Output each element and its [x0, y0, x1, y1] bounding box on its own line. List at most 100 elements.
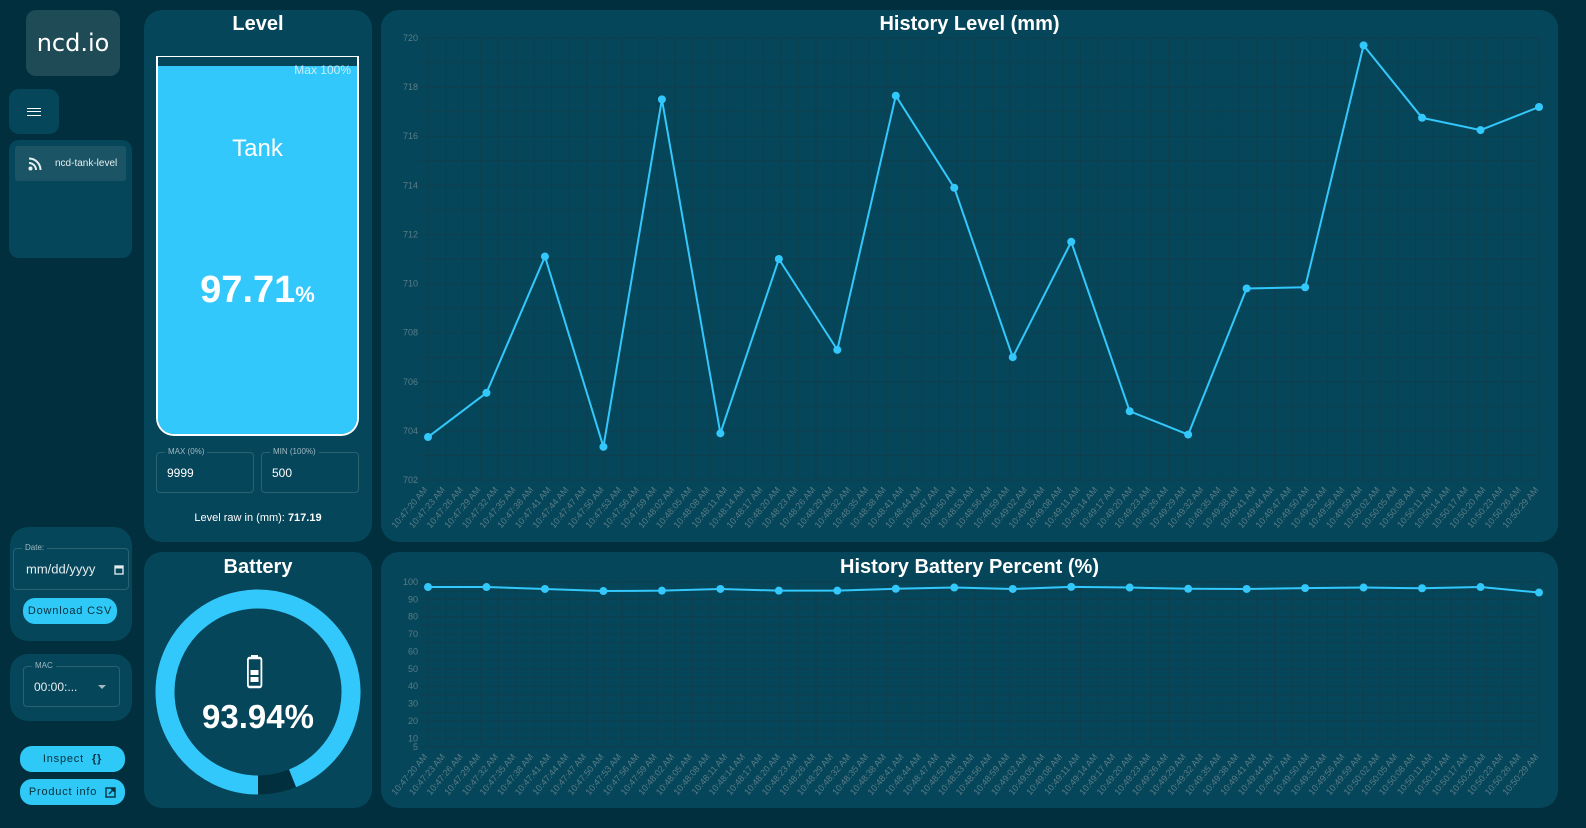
rss-feed-icon — [15, 157, 55, 171]
y-tick-label: 70 — [408, 629, 418, 639]
data-point — [716, 429, 725, 438]
data-point — [891, 584, 900, 593]
y-tick-label: 5 — [413, 742, 418, 752]
data-point — [1242, 284, 1251, 293]
nav-panel: ncd-tank-level — [9, 140, 132, 258]
battery-gauge-arc — [155, 589, 361, 795]
y-tick-label: 720 — [403, 33, 418, 43]
data-point — [1535, 103, 1543, 112]
date-panel: Date: mm/dd/yyyy Download CSV — [10, 527, 132, 641]
min-field[interactable]: MIN (100%) 500 — [261, 447, 359, 493]
mac-value: 00:00:... — [34, 679, 78, 694]
product-info-button[interactable]: Product info — [20, 779, 125, 805]
data-point — [950, 183, 959, 192]
data-point — [540, 584, 549, 593]
series-line — [427, 43, 1540, 448]
external-link-icon — [105, 786, 116, 798]
data-point — [424, 583, 432, 592]
y-tick-label: 716 — [403, 131, 418, 141]
y-tick-label: 50 — [408, 664, 418, 674]
battery-gauge: 93.94% — [155, 589, 361, 795]
tank-fill — [158, 65, 357, 434]
data-point — [482, 583, 491, 592]
y-tick-label: 30 — [408, 699, 418, 709]
data-point — [1008, 353, 1017, 362]
date-field[interactable]: Date: mm/dd/yyyy — [13, 543, 129, 590]
tank-percent: 97.71% — [158, 269, 357, 312]
mac-select[interactable]: MAC 00:00:... — [23, 661, 120, 707]
nav-item-ncd-tank-level[interactable]: ncd-tank-level — [15, 146, 126, 181]
battery-icon — [247, 655, 263, 689]
data-point — [833, 586, 842, 595]
date-legend: Date: — [22, 543, 48, 552]
data-point — [657, 586, 666, 595]
data-point — [1476, 126, 1485, 135]
tank-percent-unit: % — [295, 282, 315, 307]
nav-item-label: ncd-tank-level — [55, 158, 118, 169]
tank-label: Tank — [232, 135, 283, 162]
data-point — [1301, 584, 1310, 593]
product-info-label: Product info — [28, 786, 98, 798]
y-tick-label: 702 — [403, 475, 418, 485]
data-point — [833, 345, 842, 354]
series-line — [428, 585, 1540, 594]
battery-chart: 510203040506070809010010:47:20 AM10:47:2… — [389, 577, 1543, 797]
y-tick-label: 714 — [403, 180, 418, 190]
data-point — [950, 583, 959, 592]
data-point — [657, 95, 666, 104]
code-braces-icon: {} — [91, 753, 103, 765]
level-chart: 70270470670871071271471671872010:47:20 A… — [389, 33, 1543, 530]
data-point — [1535, 588, 1543, 597]
data-point — [1125, 407, 1134, 416]
y-tick-label: 718 — [403, 82, 418, 92]
data-point — [1008, 584, 1017, 593]
y-tick-label: 60 — [408, 646, 418, 656]
min-value: 500 — [272, 465, 293, 480]
max-legend: MAX (0%) — [165, 447, 208, 456]
download-csv-button[interactable]: Download CSV — [23, 598, 117, 624]
y-tick-label: 100 — [403, 577, 418, 587]
data-point — [1125, 583, 1134, 592]
data-point — [1184, 430, 1193, 439]
data-point — [1067, 237, 1076, 246]
y-tick-label: 708 — [403, 328, 418, 338]
level-raw: Level raw in (mm): 717.19 — [144, 512, 372, 524]
data-point — [1242, 584, 1251, 593]
data-point — [1418, 584, 1427, 593]
data-point — [599, 442, 608, 451]
data-point — [599, 587, 608, 596]
menu-button[interactable] — [9, 89, 59, 134]
data-point — [716, 584, 725, 593]
y-tick-label: 20 — [408, 716, 418, 726]
y-tick-label: 80 — [408, 612, 418, 622]
data-point — [1301, 283, 1310, 292]
y-tick-label: 710 — [403, 279, 418, 289]
data-point — [482, 388, 491, 397]
y-tick-label: 706 — [403, 377, 418, 387]
data-point — [1067, 582, 1076, 591]
y-tick-label: 704 — [403, 426, 418, 436]
data-point — [774, 586, 783, 595]
tank-percent-value: 97.71 — [200, 269, 296, 311]
mac-legend: MAC — [32, 661, 56, 670]
battery-value: 93.94% — [202, 698, 314, 735]
data-point — [1359, 583, 1368, 592]
data-point — [424, 433, 432, 442]
max-field[interactable]: MAX (0%) 9999 — [156, 447, 254, 493]
calendar-icon[interactable] — [114, 564, 124, 575]
tank-max-label: Max 100% — [294, 63, 351, 77]
tank-gauge: Max 100% Tank 97.71% — [156, 56, 359, 436]
mac-panel: MAC 00:00:... — [10, 654, 132, 721]
level-raw-label: Level raw in (mm): — [194, 512, 285, 524]
data-point — [1184, 584, 1193, 593]
level-raw-value: 717.19 — [287, 512, 322, 524]
inspect-button[interactable]: Inspect {} — [20, 746, 125, 772]
y-tick-label: 40 — [408, 681, 418, 691]
data-point — [540, 252, 549, 261]
y-tick-label: 10 — [408, 733, 418, 743]
inspect-label: Inspect — [42, 753, 84, 765]
date-placeholder: mm/dd/yyyy — [26, 561, 96, 577]
data-point — [1418, 113, 1427, 122]
data-point — [774, 255, 783, 263]
y-tick-label: 712 — [403, 229, 418, 239]
